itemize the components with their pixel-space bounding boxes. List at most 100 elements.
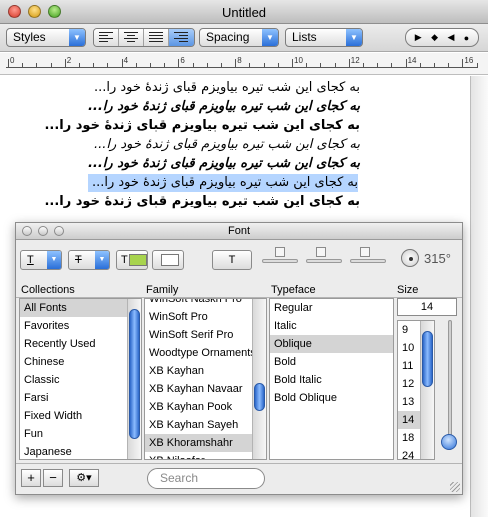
lists-popup[interactable]: Lists ▼ [285, 28, 363, 47]
shadow-offset-knob[interactable] [360, 247, 370, 257]
spacing-popup[interactable]: Spacing ▼ [199, 28, 279, 47]
collections-list: All Fonts Favorites Recently Used Chinese Cl… [19, 298, 142, 460]
typeface-list: Regular Italic Oblique Bold Bold Italic Bold … [269, 298, 394, 460]
shadow-blur-slider[interactable] [306, 259, 342, 263]
text-line[interactable]: به کجای این شب تیره بیاویزم قبای ژندهٔ خ… [94, 79, 360, 97]
size-scroll-thumb[interactable] [422, 331, 433, 387]
size-scrollbar[interactable] [420, 321, 434, 459]
shadow-opacity-knob[interactable] [275, 247, 285, 257]
typeface-item[interactable]: Regular [270, 299, 393, 317]
justify-button[interactable] [144, 29, 169, 46]
text-line[interactable]: به کجای این شب تیره بیاویزم قبای ژندهٔ خ… [44, 117, 360, 135]
collection-item[interactable]: Japanese [20, 443, 141, 459]
family-item[interactable]: XB Niloofar [145, 452, 266, 459]
family-item[interactable]: XB Kayhan Navaar [145, 380, 266, 398]
ruler-tick [93, 63, 95, 67]
collection-item[interactable]: Fun [20, 425, 141, 443]
collections-scrollbar[interactable] [127, 299, 141, 459]
family-scrollbar[interactable] [252, 299, 266, 459]
shadow-blur-knob[interactable] [316, 247, 326, 257]
ruler-tick [462, 59, 464, 67]
collection-item[interactable]: Classic [20, 371, 141, 389]
align-center-icon [124, 32, 138, 43]
align-center-button[interactable] [119, 29, 144, 46]
text-line[interactable]: به کجای این شب تیره بیاویزم قبای ژندهٔ خ… [94, 136, 360, 154]
strikethrough-popup[interactable]: T ▼ [68, 250, 110, 270]
collection-item[interactable]: Recently Used [20, 335, 141, 353]
collections-scroll-thumb[interactable] [129, 309, 140, 439]
size-slider-knob[interactable] [441, 434, 457, 450]
shadow-opacity-slider[interactable] [262, 259, 298, 263]
text-shadow-button[interactable]: T [212, 250, 252, 270]
font-search-input[interactable]: Search [147, 468, 265, 489]
text-color-button[interactable]: T [116, 250, 148, 270]
document-scrollbar[interactable] [470, 76, 488, 517]
align-left-icon [99, 32, 113, 43]
family-item[interactable]: WinSoft Pro [145, 308, 266, 326]
typeface-item[interactable]: Oblique [270, 335, 393, 353]
alignment-segmented-control [93, 28, 195, 47]
chevron-down-icon: ▼ [262, 29, 278, 46]
align-right-icon [174, 32, 188, 43]
collection-item[interactable]: Fixed Width [20, 407, 141, 425]
ruler-tick [50, 63, 52, 67]
add-collection-button[interactable]: + [21, 469, 41, 487]
ruler-number: 4 [123, 56, 129, 65]
window-title: Untitled [221, 5, 267, 20]
ruler-number: 12 [350, 56, 360, 65]
shadow-offset-slider[interactable] [350, 259, 386, 263]
document-color-swatch [161, 254, 179, 266]
typeface-item[interactable]: Bold [270, 353, 393, 371]
collection-item[interactable]: Favorites [20, 317, 141, 335]
text-line[interactable]: به کجای این شب تیره بیاویزم قبای ژندهٔ خ… [88, 155, 360, 173]
collection-item[interactable]: Chinese [20, 353, 141, 371]
family-item[interactable]: WinSoft Naskh Pro [145, 299, 266, 308]
ruler-tick [221, 63, 222, 67]
family-item[interactable]: XB Kayhan Pook [145, 398, 266, 416]
underline-popup[interactable]: T ▼ [20, 250, 62, 270]
collections-header: Collections [21, 284, 75, 296]
size-input[interactable]: 14 [397, 298, 457, 316]
action-menu-button[interactable]: ⚙▾ [69, 469, 99, 487]
resize-handle[interactable] [450, 482, 460, 492]
diamond-icon[interactable]: ◆ [431, 32, 438, 43]
collection-item[interactable]: All Fonts [20, 299, 141, 317]
ruler-number: 6 [180, 56, 185, 65]
shadow-angle-dial[interactable] [401, 249, 419, 267]
ruler-tick [64, 59, 66, 67]
collection-item[interactable]: Farsi [20, 389, 141, 407]
size-slider[interactable] [448, 320, 452, 450]
text-line[interactable]: به کجای این شب تیره بیاویزم قبای ژندهٔ خ… [88, 98, 360, 116]
ruler-tick [249, 63, 251, 67]
typeface-item[interactable]: Bold Oblique [270, 389, 393, 407]
ruler-number: 14 [407, 56, 417, 65]
align-right-button[interactable] [169, 29, 194, 46]
ruler-tick [8, 59, 9, 67]
ruler-tick [164, 63, 166, 67]
remove-collection-button[interactable]: − [43, 469, 63, 487]
typeface-item[interactable]: Italic [270, 317, 393, 335]
play-arrow-icon[interactable]: ▶ [415, 32, 422, 43]
family-scroll-thumb[interactable] [254, 383, 265, 411]
ruler[interactable]: 0 2 4 6 8 10 12 14 16 [0, 53, 488, 75]
family-item[interactable]: XB Khoramshahr [145, 434, 266, 452]
text-line[interactable]: به کجای این شب تیره بیاویزم قبای ژندهٔ خ… [44, 193, 360, 211]
record-icon[interactable]: ● [464, 33, 469, 43]
family-item[interactable]: XB Kayhan Sayeh [145, 416, 266, 434]
ruler-number: 0 [10, 56, 15, 65]
ruler-tick [178, 59, 180, 67]
ruler-tick [434, 63, 435, 67]
selected-text-line[interactable]: به کجای این شب تیره بیاویزم قبای ژندهٔ خ… [87, 174, 358, 192]
family-item[interactable]: WinSoft Serif Pro [145, 326, 266, 344]
stop-icon[interactable]: ◀ [447, 32, 454, 43]
family-item[interactable]: Woodtype Ornaments [145, 344, 266, 362]
ruler-tick [206, 63, 208, 67]
ruler-tick [135, 63, 137, 67]
ruler-tick [448, 63, 450, 67]
styles-popup[interactable]: Styles ▼ [6, 28, 86, 47]
family-item[interactable]: XB Kayhan [145, 362, 266, 380]
ruler-tick [292, 59, 293, 67]
align-left-button[interactable] [94, 29, 119, 46]
document-color-button[interactable] [152, 250, 184, 270]
typeface-item[interactable]: Bold Italic [270, 371, 393, 389]
